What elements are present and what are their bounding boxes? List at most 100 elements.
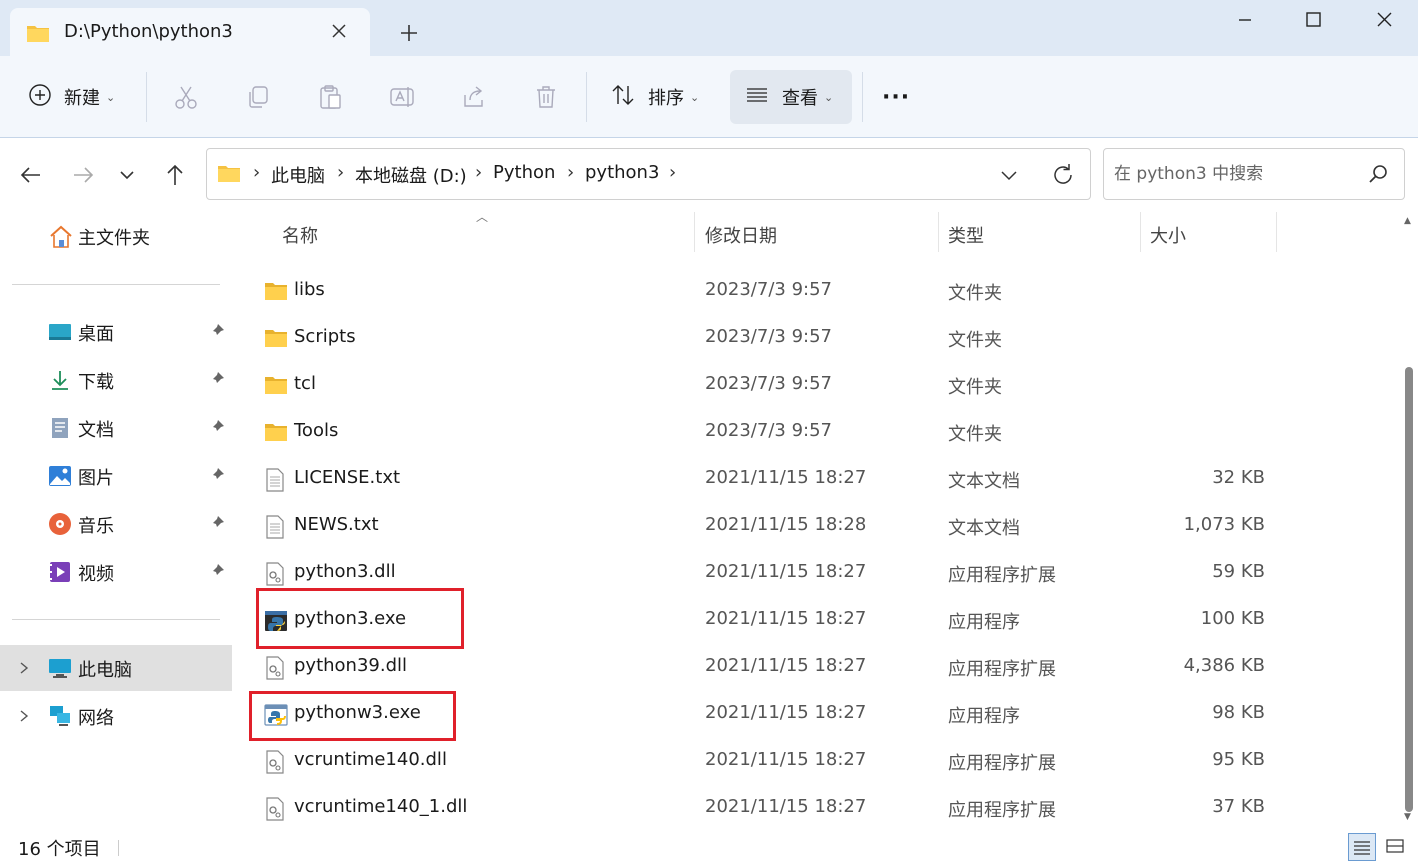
item-count: 16 个项目 [18, 839, 101, 860]
new-button[interactable]: 新建 ⌄ [18, 72, 128, 122]
file-type: 文件夹 [948, 283, 1002, 304]
column-divider[interactable] [938, 212, 939, 252]
file-type: 文件夹 [948, 424, 1002, 445]
highlight-box-pythonw3-exe [249, 691, 456, 741]
column-header-size[interactable]: 大小 [1150, 222, 1186, 248]
documents-icon [48, 416, 72, 440]
file-row[interactable]: libs 2023/7/3 9:57 文件夹 [256, 268, 1278, 315]
scrollbar-thumb[interactable] [1405, 367, 1413, 812]
file-row[interactable]: NEWS.txt 2021/11/15 18:28 文本文档 1,073 KB [256, 503, 1278, 550]
breadcrumb-this-pc[interactable]: 此电脑 [271, 162, 325, 188]
file-row[interactable]: LICENSE.txt 2021/11/15 18:27 文本文档 32 KB [256, 456, 1278, 503]
maximize-button[interactable] [1290, 4, 1336, 36]
file-size: 37 KB [1212, 796, 1265, 817]
close-window-button[interactable] [1361, 4, 1407, 36]
divider [118, 840, 119, 856]
tab-current[interactable]: D:\Python\python3 [10, 8, 370, 56]
details-view-icon[interactable] [1348, 833, 1376, 861]
sidebar-item-this-pc[interactable]: 此电脑 [0, 645, 232, 691]
computer-icon [48, 656, 72, 680]
dll-file-icon [264, 797, 288, 821]
scroll-up-icon[interactable]: ▲ [1404, 216, 1411, 226]
column-divider[interactable] [1140, 212, 1141, 252]
file-row[interactable]: Tools 2023/7/3 9:57 文件夹 [256, 409, 1278, 456]
file-name: tcl [294, 373, 316, 394]
file-type: 应用程序扩展 [948, 659, 1056, 680]
share-icon[interactable] [460, 72, 488, 122]
paste-icon[interactable] [316, 72, 344, 122]
back-arrow-icon[interactable] [16, 160, 46, 190]
pin-icon[interactable] [208, 322, 226, 340]
file-row[interactable]: python39.dll 2021/11/15 18:27 应用程序扩展 4,386 … [256, 644, 1278, 691]
breadcrumb-local-disk[interactable]: 本地磁盘 (D:) [355, 162, 467, 188]
tiles-view-icon[interactable] [1382, 833, 1410, 861]
text-file-icon [264, 515, 288, 539]
file-type: 应用程序 [948, 612, 1020, 633]
pin-icon[interactable] [208, 466, 226, 484]
music-icon [48, 512, 72, 536]
forward-arrow-icon[interactable] [68, 160, 98, 190]
pin-icon[interactable] [208, 562, 226, 580]
chevron-right-icon[interactable] [16, 706, 32, 726]
sort-ascending-icon: ︿ [476, 212, 489, 224]
address-history-chevron-icon[interactable] [995, 161, 1023, 193]
new-tab-button[interactable] [396, 20, 422, 46]
search-icon[interactable] [1368, 163, 1390, 189]
pin-icon[interactable] [208, 418, 226, 436]
sort-button[interactable]: 排序 ⌄ [600, 72, 712, 122]
sidebar-item-network[interactable]: 网络 [0, 693, 232, 739]
copy-icon[interactable] [244, 72, 272, 122]
download-icon [48, 368, 72, 392]
file-name: libs [294, 279, 325, 300]
breadcrumb-python3[interactable]: python3 [585, 162, 659, 183]
sidebar-item-desktop[interactable]: 桌面 [0, 309, 232, 355]
file-row[interactable]: vcruntime140.dll 2021/11/15 18:27 应用程序扩展 95… [256, 738, 1278, 785]
search-input[interactable] [1114, 161, 1364, 187]
recent-locations-chevron-icon[interactable] [112, 160, 142, 190]
scroll-down-icon[interactable]: ▼ [1404, 812, 1411, 822]
column-header-type[interactable]: 类型 [948, 222, 984, 248]
column-divider[interactable] [1276, 212, 1277, 252]
file-row[interactable]: Scripts 2023/7/3 9:57 文件夹 [256, 315, 1278, 362]
sidebar-item-label: 视频 [78, 564, 114, 585]
file-size: 59 KB [1212, 561, 1265, 582]
file-row[interactable]: tcl 2023/7/3 9:57 文件夹 [256, 362, 1278, 409]
delete-icon[interactable] [532, 72, 560, 122]
file-size: 95 KB [1212, 749, 1265, 770]
chevron-down-icon: ⌄ [690, 90, 700, 104]
pin-icon[interactable] [208, 370, 226, 388]
file-row[interactable]: vcruntime140_1.dll 2021/11/15 18:27 应用程序扩展… [256, 785, 1278, 832]
file-name: Tools [294, 420, 339, 441]
file-size: 100 KB [1200, 608, 1265, 629]
minimize-button[interactable] [1222, 4, 1268, 36]
sidebar-item-pictures[interactable]: 图片 [0, 453, 232, 499]
view-button[interactable]: 查看 ⌄ [730, 70, 852, 124]
file-modified: 2021/11/15 18:27 [705, 467, 867, 488]
address-bar[interactable]: › 此电脑 › 本地磁盘 (D:) › Python › python3 › [206, 148, 1091, 200]
cut-icon[interactable] [172, 72, 200, 122]
rename-icon[interactable] [388, 72, 416, 122]
sidebar-item-downloads[interactable]: 下载 [0, 357, 232, 403]
up-arrow-icon[interactable] [160, 160, 190, 190]
chevron-down-icon: ⌄ [106, 90, 116, 104]
column-divider[interactable] [694, 212, 695, 252]
breadcrumb-python[interactable]: Python [493, 162, 555, 183]
vertical-scrollbar[interactable]: ▲ ▼ [1400, 212, 1418, 832]
command-bar: 新建 ⌄ 排序 ⌄ 查看 ⌄ ··· [0, 56, 1418, 138]
column-header-name[interactable]: 名称 [282, 222, 318, 248]
search-box[interactable] [1103, 148, 1405, 200]
sidebar-item-home[interactable]: 主文件夹 [0, 213, 232, 259]
pin-icon[interactable] [208, 514, 226, 532]
divider [12, 284, 220, 285]
file-modified: 2023/7/3 9:57 [705, 373, 832, 394]
file-modified: 2023/7/3 9:57 [705, 279, 832, 300]
refresh-icon[interactable] [1049, 161, 1077, 193]
sidebar-item-documents[interactable]: 文档 [0, 405, 232, 451]
column-header-modified[interactable]: 修改日期 [705, 222, 777, 248]
more-options-button[interactable]: ··· [882, 72, 922, 122]
sidebar-item-videos[interactable]: 视频 [0, 549, 232, 595]
close-tab-icon[interactable] [328, 20, 350, 42]
chevron-right-icon[interactable] [16, 658, 32, 678]
sidebar-item-music[interactable]: 音乐 [0, 501, 232, 547]
sidebar-item-label: 此电脑 [78, 660, 132, 681]
